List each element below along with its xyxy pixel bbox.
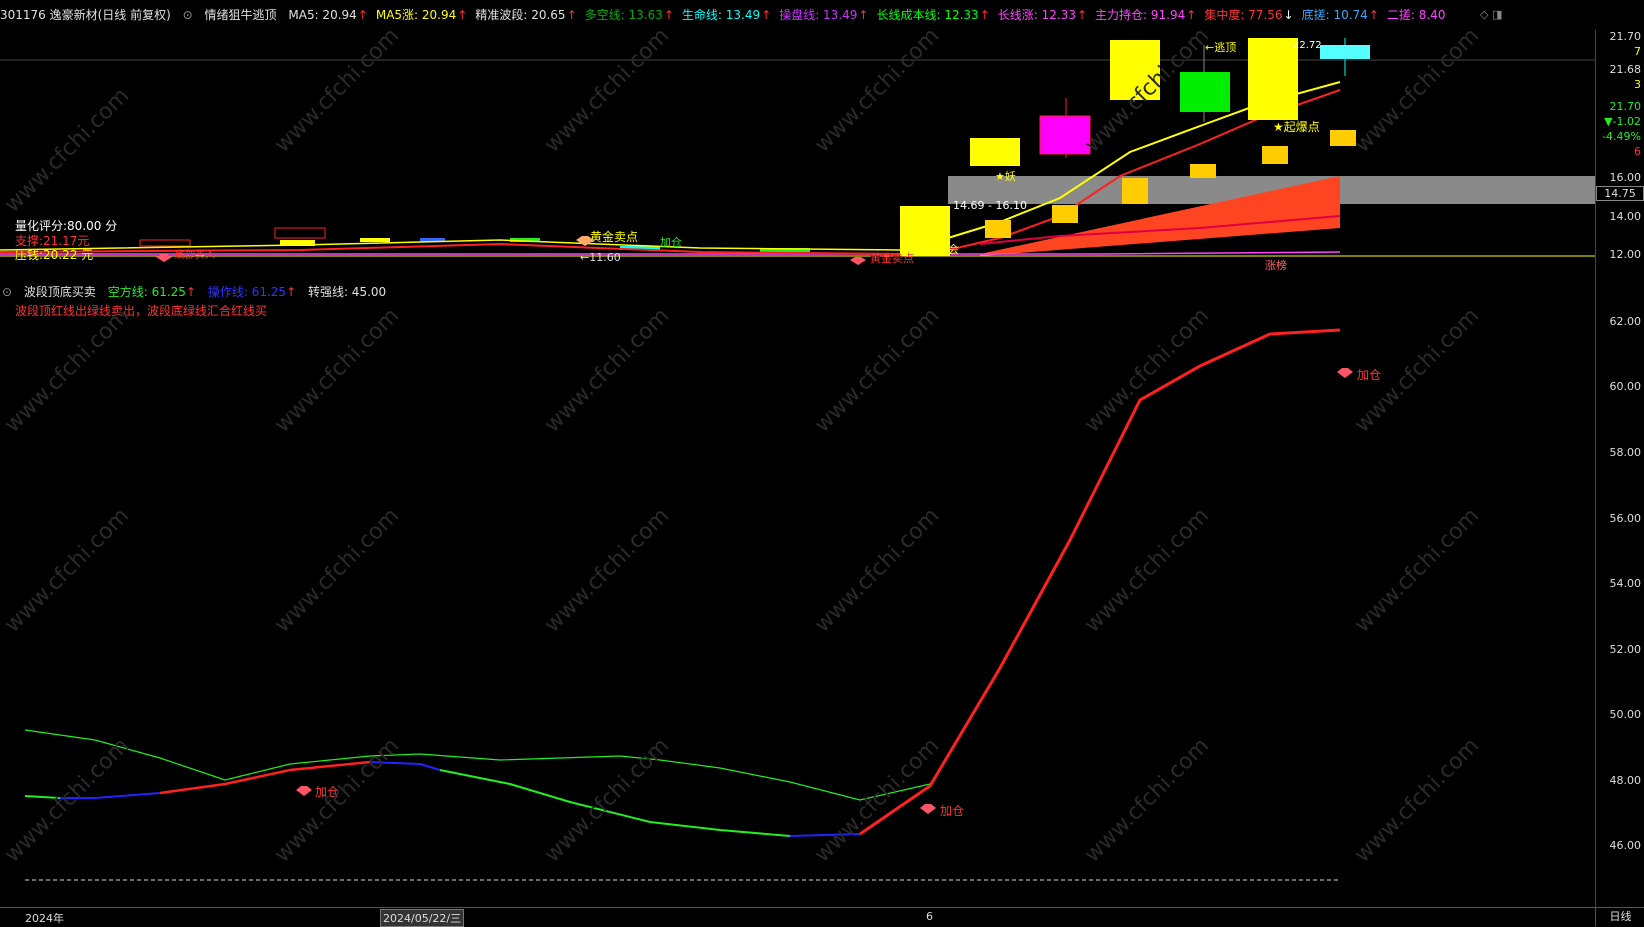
- axis-tick: 48.00: [1609, 774, 1642, 787]
- add-position-label: 加仓: [940, 804, 964, 818]
- price-axis: 21.70 7 21.68 3 21.70 ▼-1.02 -4.49% 6 16…: [1595, 30, 1644, 284]
- axis-tick: 3: [1634, 78, 1641, 91]
- support-price: 支撑:21.17元: [15, 233, 89, 248]
- diamond-icon: [850, 257, 866, 265]
- op-line-blue-1: [60, 792, 161, 799]
- empty-line-thin: [24, 729, 931, 801]
- indicator-value: 底搓: 10.74: [1301, 8, 1368, 22]
- indicator-values: MA5: 20.94↑ MA5涨: 20.94↑ 精准波段: 20.65↑ 多空线: …: [288, 8, 1453, 22]
- op-line-green-1: [24, 795, 61, 799]
- indicator-value: 主力持仓: 91.94: [1095, 8, 1186, 22]
- arrow-up-icon: ↑: [663, 8, 674, 22]
- indicator-value: 集中度: 77.56: [1204, 8, 1283, 22]
- arrow-up-icon: ↑: [979, 8, 990, 22]
- arrow-up-icon: ↑: [1368, 8, 1379, 22]
- axis-tick: ▼-1.02: [1604, 115, 1641, 128]
- op-line-blue-2: [369, 761, 441, 771]
- axis-box: 14.75: [1596, 186, 1644, 201]
- indicator-header: 301176 逸豪新材(日线 前复权) ⊙ 情绪狙牛逃顶 MA5: 20.94↑…: [0, 0, 1595, 30]
- range-label: 14.69 - 16.10: [953, 199, 1027, 212]
- axis-tick: 58.00: [1609, 446, 1642, 459]
- diamond-icon: [920, 804, 936, 814]
- axis-tick: 62.00: [1609, 315, 1642, 328]
- indicator-value: 二搓: 8.40: [1386, 8, 1446, 22]
- period-button[interactable]: 日线: [1595, 907, 1644, 926]
- op-line-blue-3: [789, 833, 861, 837]
- op-line-red-2: [859, 328, 1341, 836]
- axis-tick: 6: [1634, 145, 1641, 158]
- cursor-date: 2024/05/22/三: [380, 909, 465, 927]
- rise-start-tag: ★起爆点: [1273, 120, 1320, 134]
- arrow-down-icon: ↓: [1283, 8, 1294, 22]
- bottom-buy-tag: 底部买入: [175, 248, 215, 261]
- indicator-value: 长线成本线: 12.33: [876, 8, 979, 22]
- axis-tick: 12.00: [1609, 248, 1642, 261]
- oscillator-chart[interactable]: 加仓 加仓 加仓: [0, 284, 1595, 907]
- cursor-tick: 6: [926, 910, 933, 923]
- axis-tick: 16.00: [1609, 171, 1642, 184]
- axis-tick: 21.68: [1609, 63, 1642, 76]
- axis-tick: 52.00: [1609, 643, 1642, 656]
- indicator-toggle-icon[interactable]: ⊙: [183, 8, 193, 22]
- axis-tick: -4.49%: [1602, 130, 1641, 143]
- indicator-value: 生命线: 13.49: [681, 8, 761, 22]
- demon-tag: ★妖: [995, 169, 1016, 183]
- gold-sell-tag-2: 黄金卖点: [870, 251, 914, 265]
- time-axis: 2024年 2024/05/22/三 6: [0, 907, 1595, 927]
- axis-tick: 21.70: [1609, 100, 1642, 113]
- price-chart[interactable]: 量化评分:80.00 分 支撑:21.17元 压钱:20.22 元 14.69 …: [0, 30, 1595, 284]
- window-controls: ◇ ◨: [1480, 8, 1502, 21]
- escape-top-mark: ←逃顶: [1205, 41, 1236, 54]
- arrow-up-icon: ↑: [457, 8, 468, 22]
- diamond-icon: [156, 254, 172, 262]
- high-value: 22.72: [1293, 40, 1322, 51]
- restore-icon[interactable]: ◨: [1492, 8, 1502, 21]
- add-pos-tag: 加仓: [660, 235, 682, 249]
- main-hold-tag: 揭竿机会: [915, 242, 959, 256]
- indicator-value: 精准波段: 20.65: [475, 8, 566, 22]
- axis-tick: 50.00: [1609, 708, 1642, 721]
- diamond-icon: [296, 786, 312, 796]
- indicator-name[interactable]: 情绪狙牛逃顶: [205, 8, 277, 22]
- indicator-value: 多空线: 13.63: [584, 8, 663, 22]
- indicator-value: MA5涨: 20.94: [375, 8, 457, 22]
- axis-tick: 46.00: [1609, 839, 1642, 852]
- add-position-label: 加仓: [315, 785, 339, 799]
- diamond-icon: [1337, 368, 1353, 378]
- arrow-up-icon: ↑: [858, 8, 869, 22]
- arrow-up-icon: ↑: [357, 8, 368, 22]
- axis-tick: 60.00: [1609, 380, 1642, 393]
- arrow-up-icon: ↑: [1076, 8, 1088, 22]
- small-candles: [0, 227, 901, 255]
- add-position-label: 加仓: [1357, 368, 1381, 382]
- quant-score: 量化评分:80.00 分: [15, 219, 117, 233]
- gold-sell-tag: 黄金卖点: [590, 229, 638, 244]
- op-line-green-2: [439, 769, 791, 837]
- axis-tick: 21.70: [1609, 30, 1642, 43]
- low-mark: ←11.60: [580, 251, 621, 264]
- indicator-value: MA5: 20.94: [288, 8, 357, 22]
- pressure-price: 压钱:20.22 元: [15, 247, 93, 262]
- indicator-value: 长线涨: 12.33: [997, 8, 1076, 22]
- oscillator-axis: 62.00 60.00 58.00 56.00 54.00 52.00 50.0…: [1595, 284, 1644, 907]
- diamond-icon[interactable]: ◇: [1480, 8, 1488, 21]
- axis-tick: 7: [1634, 45, 1641, 58]
- arrow-up-icon: ↑: [1186, 8, 1197, 22]
- year-label: 2024年: [25, 912, 64, 925]
- stock-title[interactable]: 301176 逸豪新材(日线 前复权): [0, 8, 171, 22]
- axis-tick: 54.00: [1609, 577, 1642, 590]
- axis-tick: 56.00: [1609, 512, 1642, 525]
- axis-tick: 14.00: [1609, 210, 1642, 223]
- arrow-up-icon: ↑: [761, 8, 772, 22]
- limit-up-tag: 涨榜: [1265, 258, 1287, 272]
- indicator-value: 操盘线: 13.49: [779, 8, 858, 22]
- arrow-up-icon: ↑: [566, 8, 577, 22]
